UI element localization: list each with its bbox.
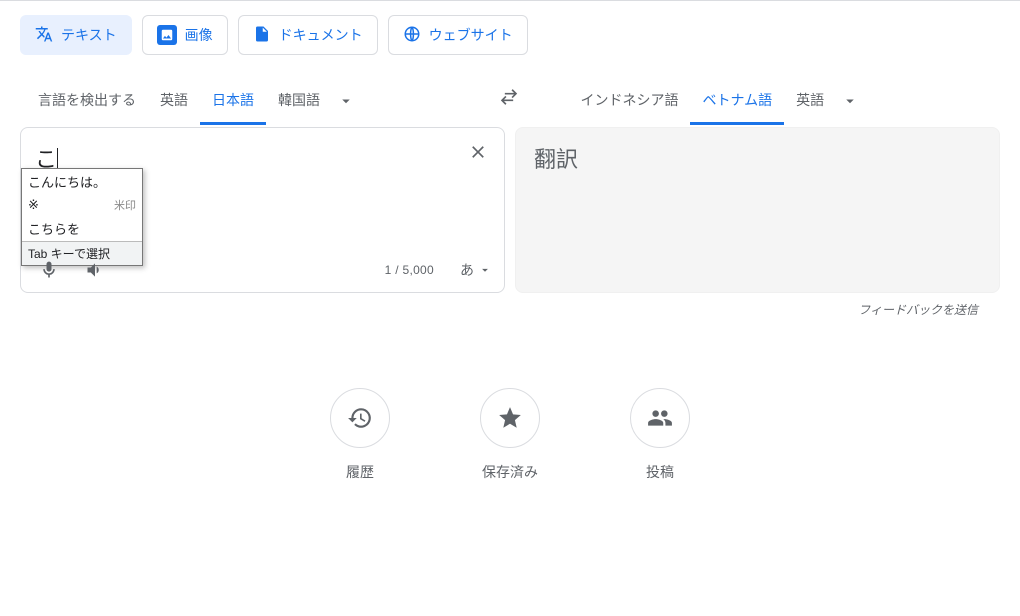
character-count: 1 / 5,000: [385, 263, 434, 277]
chevron-down-icon: [478, 263, 492, 277]
suggestion-text: こちらを: [28, 219, 80, 238]
image-icon: [157, 25, 177, 45]
saved-button[interactable]: 保存済み: [480, 388, 540, 482]
input-method-button[interactable]: あ: [460, 260, 492, 280]
target-lang-vi[interactable]: ベトナム語: [690, 77, 784, 125]
chevron-down-icon[interactable]: [836, 77, 864, 125]
document-icon: [253, 25, 271, 46]
translation-placeholder: 翻訳: [516, 128, 999, 188]
contribute-label: 投稿: [646, 462, 674, 482]
target-lang-en[interactable]: 英語: [784, 77, 836, 125]
mode-tab-document[interactable]: ドキュメント: [238, 15, 378, 55]
mode-tabs: テキスト 画像 ドキュメント ウェブサイト: [20, 15, 1000, 55]
mode-tab-website[interactable]: ウェブサイト: [388, 15, 528, 55]
suggestion-item[interactable]: こんにちは。: [22, 169, 142, 194]
history-label: 履歴: [346, 462, 374, 482]
history-button[interactable]: 履歴: [330, 388, 390, 482]
suggestion-item[interactable]: ※ 米印: [22, 194, 142, 216]
mode-tab-label: ウェブサイト: [429, 25, 513, 45]
saved-label: 保存済み: [482, 462, 538, 482]
mode-tab-text[interactable]: テキスト: [20, 15, 132, 55]
microphone-button[interactable]: [33, 254, 65, 286]
clear-input-button[interactable]: [466, 140, 490, 164]
globe-icon: [403, 25, 421, 46]
mode-tab-image[interactable]: 画像: [142, 15, 228, 55]
source-pane: こ こんにちは。 ※ 米印 こちらを Tab キーで選択: [20, 127, 505, 293]
suggestion-text: こんにちは。: [28, 172, 106, 191]
source-lang-en[interactable]: 英語: [148, 77, 200, 125]
source-lang-detect[interactable]: 言語を検出する: [26, 77, 148, 125]
source-lang-ja[interactable]: 日本語: [200, 77, 266, 125]
target-pane: 翻訳: [515, 127, 1000, 293]
mode-tab-label: 画像: [185, 25, 213, 45]
mode-tab-label: ドキュメント: [279, 25, 363, 45]
ime-glyph: あ: [460, 260, 474, 280]
chevron-down-icon[interactable]: [332, 77, 360, 125]
history-icon: [330, 388, 390, 448]
suggestion-reading: 米印: [114, 197, 136, 213]
contribute-button[interactable]: 投稿: [630, 388, 690, 482]
listen-button[interactable]: [79, 254, 111, 286]
source-lang-ko[interactable]: 韓国語: [266, 77, 332, 125]
suggestion-text: ※: [28, 197, 39, 213]
language-row: 言語を検出する 英語 日本語 韓国語 インドネシア語 ベトナム語 英語: [20, 77, 1000, 125]
suggestion-item[interactable]: こちらを: [22, 216, 142, 241]
star-icon: [480, 388, 540, 448]
target-lang-id[interactable]: インドネシア語: [568, 77, 690, 125]
people-icon: [630, 388, 690, 448]
mode-tab-label: テキスト: [61, 25, 117, 45]
swap-languages-button[interactable]: [490, 77, 528, 117]
send-feedback-link[interactable]: フィードバックを送信: [20, 293, 1000, 318]
translate-icon: [35, 25, 53, 46]
